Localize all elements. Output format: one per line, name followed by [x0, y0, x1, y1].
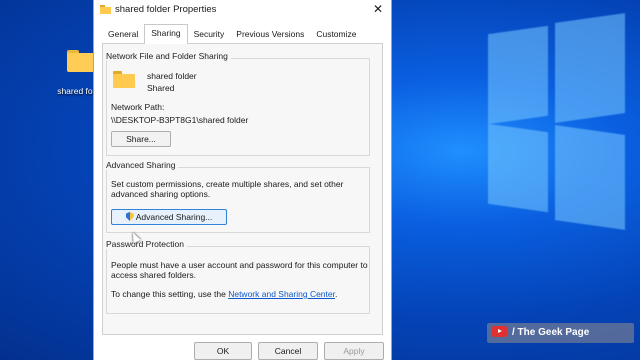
tab-security[interactable]: Security	[188, 26, 231, 43]
title-bar: shared folder Properties ✕	[94, 0, 391, 20]
watermark: / The Geek Page	[487, 323, 634, 343]
cancel-button[interactable]: Cancel	[258, 342, 318, 360]
folder-icon	[100, 5, 111, 14]
network-path-label: Network Path:	[111, 102, 165, 112]
desktop-light-beam	[488, 25, 548, 125]
advanced-sharing-group: Advanced Sharing Set custom permissions,…	[106, 160, 370, 233]
desktop-light-beam	[555, 125, 625, 230]
password-protection-group: Password Protection People must have a u…	[106, 239, 370, 314]
share-button[interactable]: Share...	[111, 131, 171, 147]
shared-status: Shared	[147, 83, 175, 93]
tab-general[interactable]: General	[102, 26, 144, 43]
network-sharing-group: Network File and Folder Sharing shared f…	[106, 51, 370, 156]
change-setting-prefix: To change this setting, use the	[111, 289, 226, 299]
network-path-value: \\DESKTOP-B3PT8G1\shared folder	[111, 115, 249, 125]
desktop-light-beam	[488, 123, 548, 213]
folder-icon	[113, 71, 135, 88]
tab-previous-versions[interactable]: Previous Versions	[230, 26, 310, 43]
properties-dialog: shared folder Properties ✕ General Shari…	[93, 0, 392, 360]
close-icon[interactable]: ✕	[373, 2, 383, 16]
desktop-light-beam	[555, 13, 625, 123]
network-sharing-center-link[interactable]: Network and Sharing Center	[228, 289, 335, 299]
change-setting-suffix: .	[334, 289, 338, 299]
group-heading: Advanced Sharing	[106, 160, 179, 170]
youtube-icon	[492, 326, 507, 337]
apply-button[interactable]: Apply	[324, 342, 384, 360]
group-heading: Network File and Folder Sharing	[106, 51, 231, 61]
advanced-sharing-button-label: Advanced Sharing...	[135, 212, 213, 222]
dialog-title: shared folder Properties	[115, 4, 217, 15]
tab-strip: General Sharing Security Previous Versio…	[102, 24, 362, 44]
advanced-sharing-button[interactable]: Advanced Sharing...	[111, 209, 227, 225]
group-heading: Password Protection	[106, 239, 187, 249]
shared-folder-name: shared folder	[147, 71, 197, 81]
ok-button[interactable]: OK	[194, 342, 252, 360]
watermark-text: / The Geek Page	[512, 327, 590, 338]
password-description-line1: People must have a user account and pass…	[111, 260, 368, 270]
tab-customize[interactable]: Customize	[310, 26, 362, 43]
uac-shield-icon	[125, 212, 134, 221]
advanced-description-line2: advanced sharing options.	[111, 189, 211, 199]
tab-sharing[interactable]: Sharing	[144, 24, 188, 44]
password-description-line2: access shared folders.	[111, 270, 197, 280]
change-setting-text: To change this setting, use the Network …	[111, 289, 337, 299]
advanced-description-line1: Set custom permissions, create multiple …	[111, 179, 344, 189]
